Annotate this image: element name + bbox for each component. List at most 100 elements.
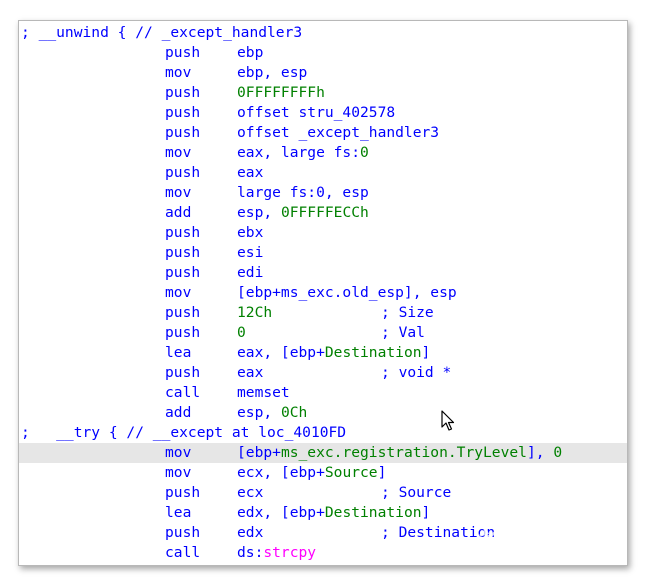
operands: edi [237,263,263,283]
watermark-text: 看雪 [530,517,611,561]
mnemonic: call [165,384,201,401]
mnemonic: push [165,264,201,281]
operand-token: 0FFFFFFFFh [237,84,325,101]
mnemonic: add [165,404,192,421]
mnemonic: push [165,224,201,241]
code-line[interactable]: push 0FFFFFFFFh [19,83,627,103]
operand-token: 0 [553,444,563,461]
operand-token: esi [237,244,264,261]
operand-token: ebp, esp [237,64,308,81]
mnemonic: mov [165,444,192,461]
mnemonic: mov [165,284,192,301]
code-line[interactable]: push ebp [19,43,627,63]
mnemonic: lea [165,504,192,521]
code-line[interactable]: mov eax, large fs:0 [19,143,627,163]
mnemonic: push [165,304,201,321]
code-line[interactable]: mov ebp, esp [19,63,627,83]
operands: memset [237,383,290,403]
operand-token: memset [237,384,290,401]
operand-token: ecx [237,484,264,501]
operands: [ebp+ms_exc.registration.TryLevel], 0 [237,443,562,463]
operand-token: 0Ch [280,404,308,421]
mnemonic: mov [165,144,192,161]
operand-token: ebx [237,224,264,241]
operands: [ebp+ms_exc.old_esp], esp [237,283,457,303]
mnemonic: push [165,104,201,121]
code-line[interactable]: push offset stru_402578 [19,103,627,123]
code-line[interactable]: mov ecx, [ebp+Source] [19,463,627,483]
operand-token: large fs:0, esp [237,184,369,201]
trailing-comment: ; Size [381,304,434,321]
operand-token[interactable]: Destination [325,504,422,521]
operand-token[interactable]: Destination [325,344,422,361]
mnemonic: push [165,524,201,541]
operand-token: ecx, [ebp+ [237,464,325,481]
operands: eax, [ebp+Destination] [237,343,430,363]
operands: esp, 0Ch [237,403,307,423]
code-line[interactable]: mov [ebp+ms_exc.registration.TryLevel], 0 [19,443,627,463]
operand-token: eax, [ebp+ [237,344,325,361]
code-line[interactable]: push eax [19,163,627,183]
operand-token[interactable]: strcpy [263,544,316,561]
snowflake-icon [477,504,523,556]
comment-line[interactable]: ; __unwind { // _except_handler3 [19,23,627,43]
code-line[interactable]: mov large fs:0, esp [19,183,627,203]
code-line[interactable]: add esp, 0FFFFFECCh [19,203,627,223]
code-line[interactable]: push ebx [19,223,627,243]
code-line[interactable]: add esp, 0Ch [19,403,627,423]
mnemonic: push [165,244,201,261]
operand-token: ] [377,464,387,481]
operand-token: ] [421,344,431,361]
operand-token: edx [237,524,264,541]
operand-token[interactable]: Source [325,464,378,481]
code-line[interactable]: push eax ; void * [19,363,627,383]
trailing-comment: ; Source [381,484,452,501]
operands: edx [237,523,263,543]
mnemonic: push [165,484,201,501]
operands: esp, 0FFFFFECCh [237,203,369,223]
operand-token[interactable]: ms_exc.registration.TryLevel [281,444,527,461]
disassembly-view[interactable]: ; __unwind { // _except_handler3 push ebp m… [18,20,628,566]
operands: edx, [ebp+Destination] [237,503,430,523]
mnemonic: mov [165,184,192,201]
operands: 12Ch [237,303,272,323]
mnemonic: add [165,204,192,221]
watermark: 看雪 [472,500,622,561]
mnemonic: push [165,164,201,181]
operand-token: offset _except_handler3 [237,124,440,141]
operands: ebx [237,223,263,243]
mnemonic: push [165,124,201,141]
code-line[interactable]: push 0 ; Val [19,323,627,343]
code-line[interactable]: lea eax, [ebp+Destination] [19,343,627,363]
operand-token: edx, [ebp+ [237,504,325,521]
operands: eax [237,363,263,383]
code-line[interactable]: push esi [19,243,627,263]
mnemonic: lea [165,344,192,361]
mnemonic: mov [165,64,192,81]
line-comment: ; __try { // __except at loc_4010FD [21,424,347,441]
code-line[interactable]: call memset [19,383,627,403]
code-line[interactable]: push edi [19,263,627,283]
code-line[interactable]: mov [ebp+ms_exc.old_esp], esp [19,283,627,303]
operands: ecx, [ebp+Source] [237,463,386,483]
mnemonic: call [165,544,201,561]
operands: offset _except_handler3 [237,123,439,143]
operand-token: 0 [237,324,246,341]
operand-token: ], [526,444,554,461]
operand-token: 12Ch [237,304,273,321]
operands: 0 [237,323,246,343]
mnemonic: push [165,324,201,341]
code-line[interactable]: push offset _except_handler3 [19,123,627,143]
operand-token: ] [421,504,431,521]
trailing-comment: ; void * [381,364,452,381]
comment-line[interactable]: ; __try { // __except at loc_4010FD [19,423,627,443]
operand-token: esp, [237,204,281,221]
operands: ebp, esp [237,63,307,83]
mnemonic: push [165,44,201,61]
mnemonic: mov [165,464,192,481]
operand-token: offset stru_402578 [237,104,396,121]
mouse-cursor-icon [441,410,455,431]
operand-token: eax [237,164,264,181]
trailing-comment: ; Val [381,324,425,341]
code-line[interactable]: push 12Ch ; Size [19,303,627,323]
